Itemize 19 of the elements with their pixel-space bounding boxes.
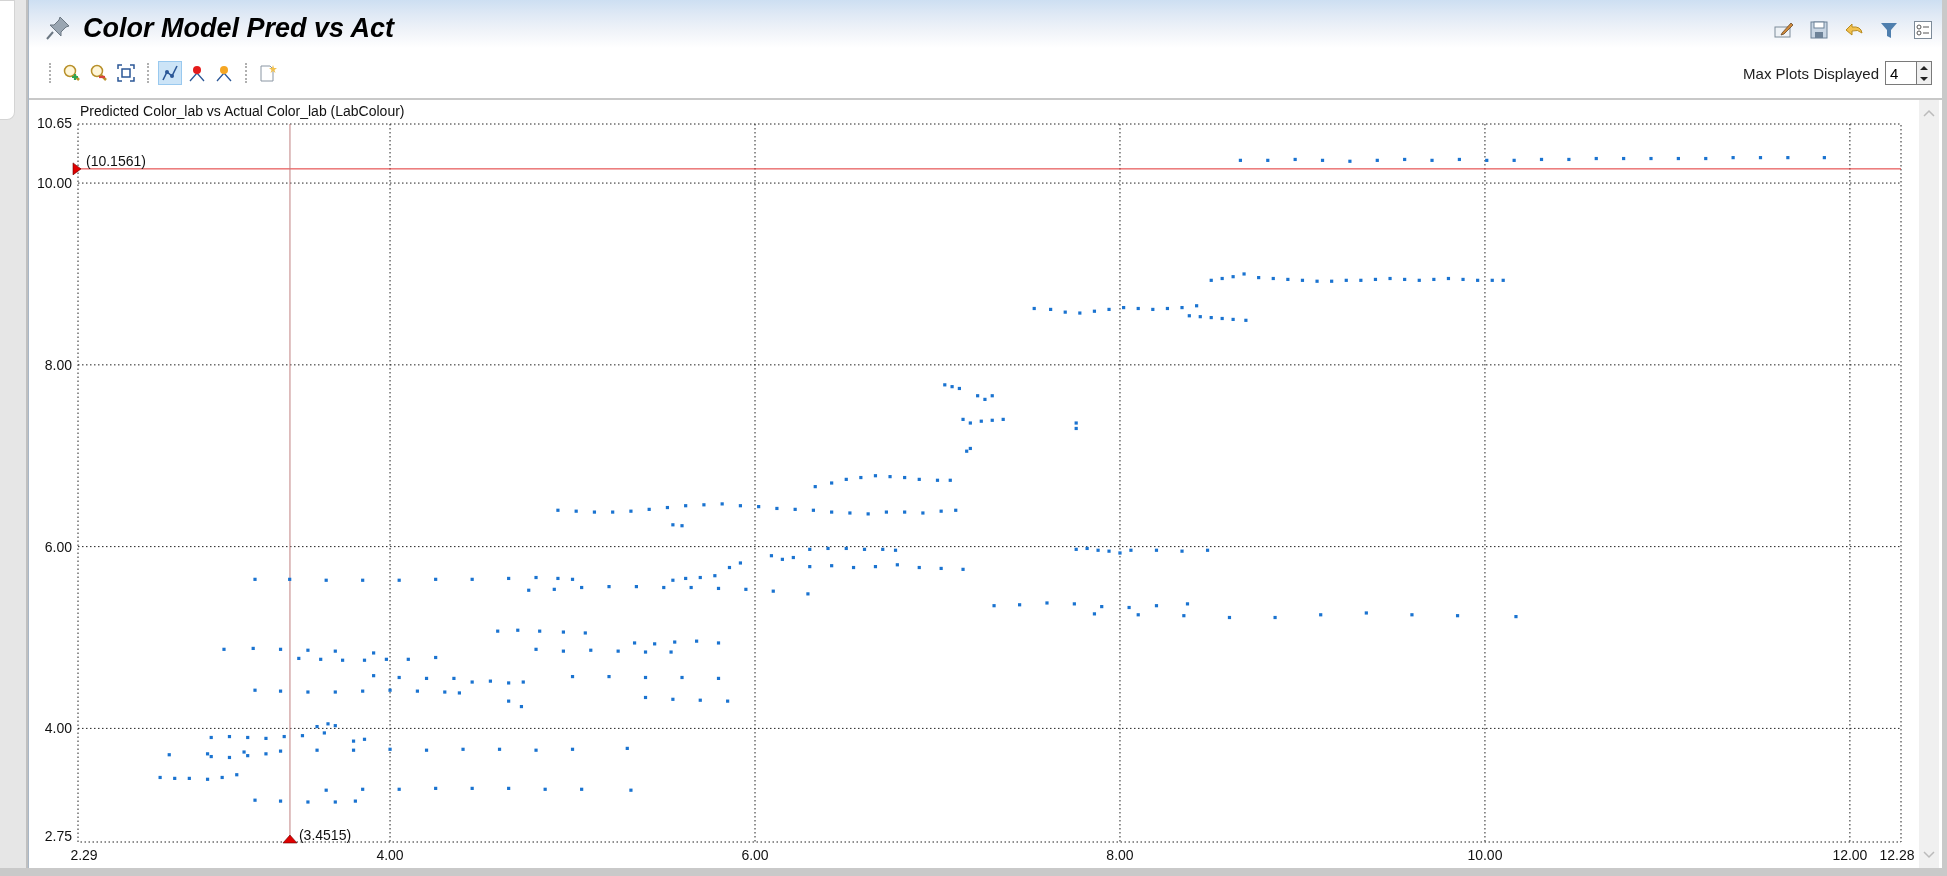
axis-label: 10.00	[1467, 847, 1503, 863]
view-title: Color Model Pred vs Act	[83, 12, 395, 44]
axis-label: 12.00	[1832, 847, 1868, 863]
axis-label: 8.00	[44, 356, 72, 373]
axis-label: 6.00	[44, 538, 72, 555]
chart-title: Predicted Color_lab vs Actual Color_lab (LabColour)	[80, 103, 405, 119]
axis-label: 8.00	[1106, 847, 1134, 863]
axis-label: 2.29	[70, 847, 98, 863]
max-plots-field[interactable]: 4	[1885, 61, 1916, 85]
marker-value: (10.1561)	[86, 152, 146, 169]
axis-label: 6.00	[741, 847, 769, 863]
axis-label: 4.00	[376, 847, 404, 863]
axis-label: 10.65	[36, 115, 72, 131]
axis-label: 12.28	[1879, 847, 1915, 863]
axis-label: 4.00	[44, 720, 72, 737]
max-plots-label: Max Plots Displayed	[1743, 64, 1879, 82]
axis-label: 2.75	[44, 828, 72, 844]
marker-value: (3.4515)	[298, 827, 352, 843]
axis-label: 10.00	[36, 175, 72, 192]
